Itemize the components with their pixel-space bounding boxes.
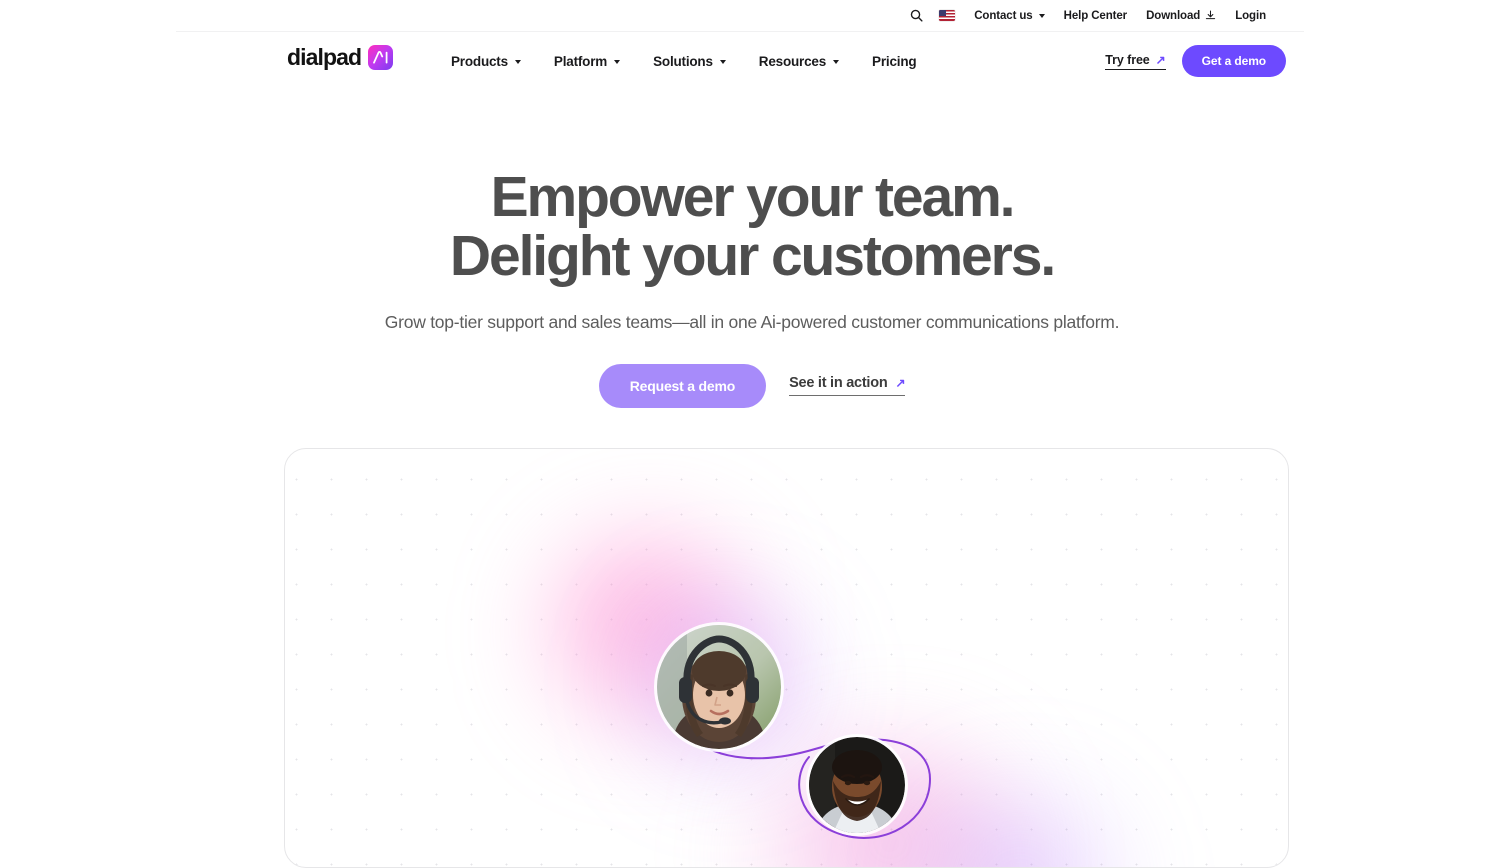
utility-item-label: Login — [1235, 9, 1266, 22]
nav-item-solutions[interactable]: Solutions — [653, 54, 726, 69]
utility-item-label: Help Center — [1063, 9, 1128, 22]
see-it-in-action-label: See it in action — [789, 375, 888, 392]
nav-actions: Try free ↗ Get a demo — [1105, 32, 1286, 90]
chevron-down-icon — [719, 59, 726, 64]
see-it-in-action-link[interactable]: See it in action ↗ — [789, 375, 906, 397]
nav-item-label: Platform — [553, 53, 608, 69]
main-navigation: dialpad Products Platform Solutions Reso… — [170, 32, 1310, 90]
utility-item-help-center[interactable]: Help Center — [1063, 9, 1128, 22]
utility-item-download[interactable]: Download — [1146, 10, 1216, 22]
agent-headset-avatar — [657, 625, 781, 749]
customer-smiling-avatar — [809, 737, 905, 833]
hero-title-line-2: Delight your customers. — [449, 224, 1056, 289]
hero-visual-card — [284, 448, 1289, 868]
nav-item-platform[interactable]: Platform — [553, 53, 621, 69]
nav-item-products[interactable]: Products — [451, 54, 521, 69]
try-free-link[interactable]: Try free ↗ — [1105, 52, 1166, 70]
us-flag-icon — [939, 10, 956, 21]
arrow-up-right-icon: ↗ — [895, 376, 906, 391]
nav-item-label: Resources — [758, 53, 827, 69]
brand-logo[interactable]: dialpad — [287, 44, 394, 70]
nav-links: Products Platform Solutions Resources Pr… — [451, 32, 917, 90]
nav-item-label: Products — [451, 53, 508, 69]
download-icon — [1205, 10, 1216, 21]
chevron-down-icon — [614, 59, 621, 64]
locale-selector[interactable] — [939, 10, 956, 21]
hero-title: Empower your team. Delight your customer… — [0, 90, 1504, 287]
get-a-demo-button[interactable]: Get a demo — [1181, 45, 1286, 77]
curved-connector-line — [690, 732, 932, 839]
utility-item-login[interactable]: Login — [1235, 10, 1266, 22]
hero-section: Empower your team. Delight your customer… — [0, 90, 1504, 408]
hero-subtitle: Grow top-tier support and sales teams—al… — [384, 311, 1120, 332]
nav-item-pricing[interactable]: Pricing — [872, 53, 917, 69]
nav-item-label: Pricing — [872, 53, 917, 69]
chevron-down-icon — [514, 59, 521, 64]
nav-item-resources[interactable]: Resources — [758, 53, 840, 69]
try-free-label: Try free — [1105, 52, 1150, 67]
search-icon[interactable] — [910, 9, 923, 22]
hero-cta-group: Request a demo See it in action ↗ — [0, 363, 1504, 408]
hero-title-line-1: Empower your team. — [490, 165, 1016, 229]
utility-bar: Contact us Help Center Download Login — [170, 0, 1310, 31]
utility-item-contact-us[interactable]: Contact us — [974, 9, 1045, 22]
arrow-up-right-icon: ↗ — [1155, 52, 1166, 67]
brand-wordmark: dialpad — [287, 44, 362, 70]
request-a-demo-button[interactable]: Request a demo — [598, 363, 767, 408]
chevron-down-icon — [833, 59, 840, 64]
dialpad-ai-badge-icon — [368, 45, 394, 70]
chevron-down-icon — [1038, 14, 1045, 18]
utility-item-label: Contact us — [974, 9, 1033, 22]
utility-item-label: Download — [1146, 9, 1201, 22]
page-canvas: Contact us Help Center Download Login di… — [0, 0, 1504, 868]
nav-item-label: Solutions — [653, 53, 713, 69]
